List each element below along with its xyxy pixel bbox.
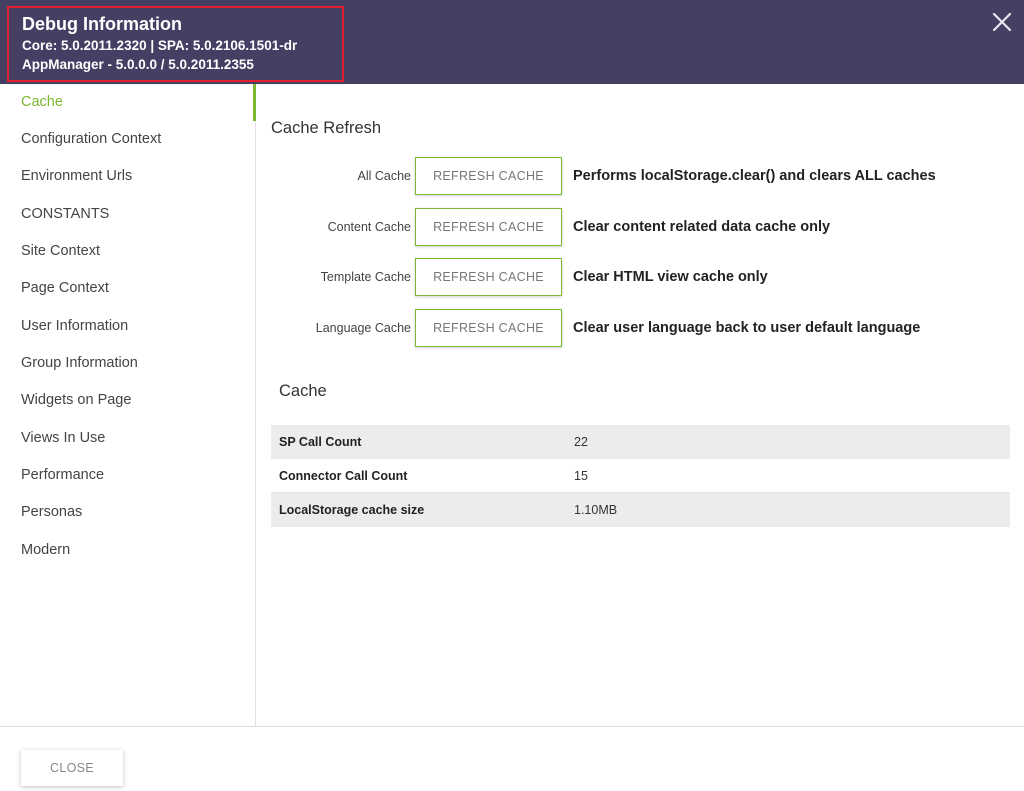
- dialog-footer: CLOSE: [0, 726, 1024, 791]
- sidebar-item-group-information[interactable]: Group Information: [0, 345, 256, 382]
- refresh-description: Performs localStorage.clear() and clears…: [573, 168, 936, 184]
- sidebar-item-personas[interactable]: Personas: [0, 494, 256, 531]
- dialog-header: Debug Information Core: 5.0.2011.2320 | …: [0, 0, 1024, 84]
- refresh-label: Template Cache: [320, 270, 411, 284]
- debug-info-title-box: Debug Information Core: 5.0.2011.2320 | …: [7, 6, 344, 82]
- close-button[interactable]: CLOSE: [21, 750, 123, 786]
- sidebar-item-modern[interactable]: Modern: [0, 532, 256, 569]
- version-info: Core: 5.0.2011.2320 | SPA: 5.0.2106.1501…: [22, 38, 298, 53]
- stat-value: 22: [574, 435, 588, 449]
- sidebar-item-environment-urls[interactable]: Environment Urls: [0, 158, 256, 195]
- refresh-language-cache-button[interactable]: REFRESH CACHE: [415, 309, 562, 347]
- cache-refresh-heading: Cache Refresh: [271, 119, 382, 137]
- sidebar-item-views-in-use[interactable]: Views In Use: [0, 420, 256, 457]
- table-row: LocalStorage cache size 1.10MB: [271, 493, 1010, 527]
- refresh-label: Content Cache: [327, 220, 411, 234]
- dialog-title: Debug Information: [22, 14, 182, 34]
- sidebar-item-performance[interactable]: Performance: [0, 457, 256, 494]
- main-panel: Cache Refresh All Cache REFRESH CACHE Pe…: [257, 84, 1024, 726]
- stat-value: 1.10MB: [574, 503, 618, 517]
- stat-value: 15: [574, 469, 588, 483]
- refresh-description: Clear content related data cache only: [573, 219, 831, 235]
- sidebar-item-constants[interactable]: CONSTANTS: [0, 196, 256, 233]
- refresh-all-cache-button[interactable]: REFRESH CACHE: [415, 157, 562, 195]
- refresh-label: Language Cache: [315, 321, 411, 335]
- refresh-label: All Cache: [357, 169, 412, 183]
- cache-heading: Cache: [279, 382, 327, 400]
- refresh-row-all-cache: All Cache REFRESH CACHE Performs localSt…: [257, 157, 1024, 195]
- stat-key: Connector Call Count: [279, 469, 408, 483]
- stat-key: LocalStorage cache size: [279, 503, 425, 517]
- refresh-content-cache-button[interactable]: REFRESH CACHE: [415, 208, 562, 246]
- refresh-row-language-cache: Language Cache REFRESH CACHE Clear user …: [257, 309, 1024, 347]
- table-row: SP Call Count 22: [271, 425, 1010, 459]
- stat-key: SP Call Count: [279, 435, 362, 449]
- sidebar-item-cache[interactable]: Cache: [0, 84, 256, 121]
- sidebar-item-page-context[interactable]: Page Context: [0, 270, 256, 307]
- table-row: Connector Call Count 15: [271, 459, 1010, 493]
- appmanager-version: AppManager - 5.0.0.0 / 5.0.2011.2355: [22, 57, 254, 72]
- close-icon[interactable]: [990, 10, 1014, 34]
- sidebar-item-configuration-context[interactable]: Configuration Context: [0, 121, 256, 158]
- sidebar-item-site-context[interactable]: Site Context: [0, 233, 256, 270]
- sidebar-item-widgets-on-page[interactable]: Widgets on Page: [0, 382, 256, 419]
- refresh-template-cache-button[interactable]: REFRESH CACHE: [415, 258, 562, 296]
- sidebar-item-user-information[interactable]: User Information: [0, 308, 256, 345]
- active-item-indicator: [253, 84, 256, 121]
- cache-stats-table: SP Call Count 22 Connector Call Count 15…: [271, 425, 1010, 527]
- refresh-row-content-cache: Content Cache REFRESH CACHE Clear conten…: [257, 208, 1024, 246]
- refresh-description: Clear HTML view cache only: [573, 269, 768, 285]
- refresh-row-template-cache: Template Cache REFRESH CACHE Clear HTML …: [257, 258, 1024, 296]
- refresh-description: Clear user language back to user default…: [573, 320, 921, 336]
- sidebar-nav: Cache Configuration Context Environment …: [0, 84, 256, 726]
